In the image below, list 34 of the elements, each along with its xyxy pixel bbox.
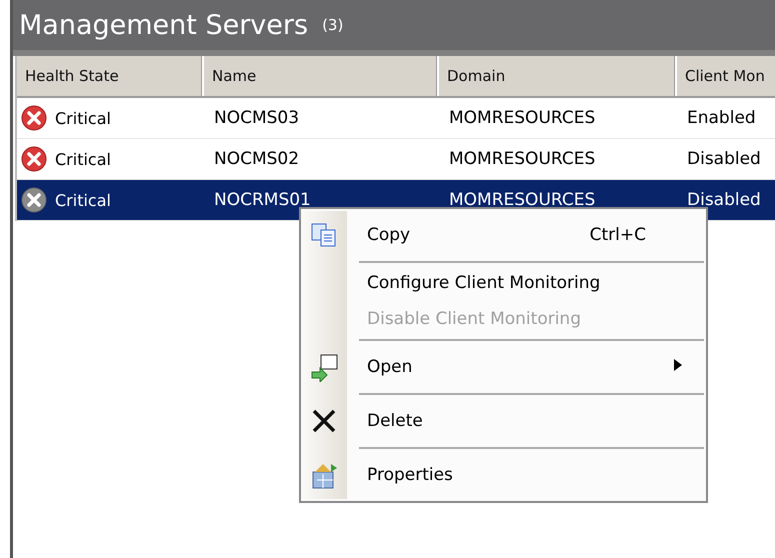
- table-cell-text: MOMRESOURCES: [448, 107, 596, 130]
- menu-label: Open: [367, 357, 414, 377]
- critical-icon: [21, 105, 47, 131]
- menu-item[interactable]: Open: [301, 343, 706, 391]
- table-cell-text: Enabled: [686, 107, 757, 130]
- menu-item[interactable]: Delete: [301, 397, 706, 445]
- table-cell-text: MOMRESOURCES: [448, 189, 596, 212]
- menu-label: Configure Client Monitoring: [367, 273, 602, 293]
- item-count: (3): [322, 16, 344, 34]
- column-header[interactable]: Domain: [439, 56, 677, 96]
- panel-title: Management Servers: [19, 10, 308, 40]
- menu-label: Copy: [367, 225, 412, 245]
- column-header[interactable]: Client Mon: [677, 56, 775, 96]
- menu-item[interactable]: Configure Client Monitoring: [301, 265, 706, 301]
- shortcut-text: Ctrl+C: [590, 225, 646, 245]
- column-header[interactable]: Health State: [17, 56, 204, 96]
- table-cell-text: Disabled: [686, 189, 762, 212]
- column-header[interactable]: Name: [204, 56, 439, 96]
- menu-label: Properties: [367, 465, 454, 485]
- table-cell-text: NOCRMS01: [213, 189, 312, 212]
- table-cell-text: MOMRESOURCES: [448, 148, 596, 171]
- table-cell-text: Disabled: [686, 148, 762, 171]
- critical-icon: [21, 146, 47, 172]
- table-cell: Critical: [55, 190, 111, 210]
- menu-label: Delete: [367, 411, 424, 431]
- critical-icon: [21, 187, 47, 213]
- table-cell-text: NOCMS02: [213, 148, 300, 171]
- menu-label: Disable Client Monitoring: [367, 309, 582, 329]
- table-cell-text: NOCMS03: [213, 107, 300, 130]
- menu-item[interactable]: Properties: [301, 451, 706, 499]
- arrow-window-icon: [309, 352, 339, 382]
- table-cell: Critical: [55, 150, 111, 168]
- table-row[interactable]: Critical NOCMS03 MOMRESOURCES Enabled: [17, 98, 775, 139]
- table-cell: Critical: [55, 108, 111, 128]
